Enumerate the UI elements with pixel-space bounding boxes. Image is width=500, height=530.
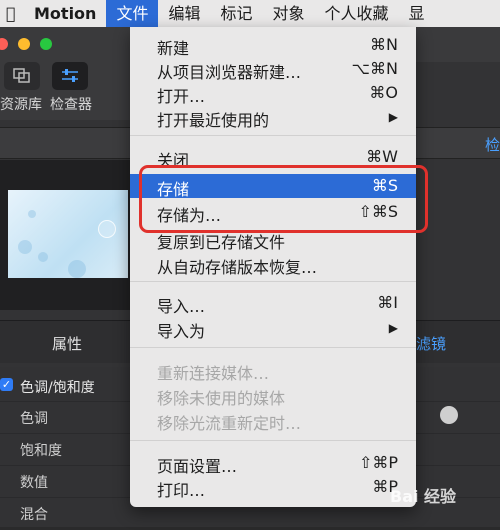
menu-item-remove-optical-flow: 移除光流重新定时… [130, 408, 416, 433]
menu-item-label: 打印… [157, 481, 206, 500]
preview-thumbnail [8, 190, 128, 278]
apple-icon[interactable]:  [0, 4, 28, 23]
menu-item-shortcut: ⌘I [377, 293, 398, 312]
menu-item-shortcut: ⇧⌘P [358, 453, 398, 472]
menu-item-label: 导入为 [157, 322, 206, 341]
menu-item-label: 新建 [157, 39, 190, 58]
parameter-label: 色调 [20, 411, 48, 427]
menu-item-reconnect-media: 重新连接媒体… [130, 358, 416, 383]
menu-item-label: 导入… [157, 297, 206, 316]
menu-item-open-recent[interactable]: 打开最近使用的 ▶ [130, 105, 416, 130]
menu-item-remove-unused-media: 移除未使用的媒体 [130, 383, 416, 408]
menu-item-label: 移除未使用的媒体 [157, 389, 286, 408]
menu-item-label: 打开… [157, 87, 206, 106]
submenu-arrow-icon: ▶ [388, 321, 398, 335]
inspector-label: 检查器 [50, 97, 92, 113]
menu-item-page-setup[interactable]: 页面设置… ⇧⌘P [130, 451, 416, 476]
menu-item-label: 从自动存储版本恢复… [157, 258, 318, 277]
menu-app-name[interactable]: Motion [28, 0, 106, 27]
inspector-header-text: 检 [484, 136, 500, 154]
menu-object[interactable]: 对象 [262, 0, 314, 27]
tab-filters[interactable]: 滤镜 [416, 333, 446, 354]
inspector-button[interactable] [52, 62, 88, 90]
menu-file[interactable]: 文件 [106, 0, 159, 27]
library-button[interactable] [4, 62, 40, 90]
menu-item-restore-autosave[interactable]: 从自动存储版本恢复… [130, 252, 416, 277]
enable-checkbox[interactable]: ✓ [0, 378, 13, 391]
preview-area [0, 160, 135, 310]
parameter-label: 混合 [20, 507, 48, 523]
sliders-icon [62, 69, 78, 82]
menu-item-label: 打开最近使用的 [157, 111, 270, 130]
menu-item-new-from-browser[interactable]: 从项目浏览器新建… ⌥⌘N [130, 57, 416, 82]
menu-mark[interactable]: 标记 [210, 0, 262, 27]
close-window-button[interactable] [0, 38, 8, 50]
menu-separator [130, 440, 416, 441]
toolbar: 资源库 检查器 [0, 60, 140, 120]
menu-item-shortcut: ⌘W [366, 147, 398, 166]
menu-item-new[interactable]: 新建 ⌘N [130, 33, 416, 58]
menu-view[interactable]: 显 [399, 0, 435, 27]
menu-separator [130, 281, 416, 282]
parameter-label: 数值 [20, 475, 48, 491]
zoom-window-button[interactable] [40, 38, 52, 50]
parameter-label: 饱和度 [20, 443, 62, 459]
library-label: 资源库 [0, 97, 42, 113]
menu-item-label: 重新连接媒体… [157, 364, 270, 383]
menu-item-label: 移除光流重新定时… [157, 414, 302, 433]
menu-item-print[interactable]: 打印… ⌘P [130, 475, 416, 500]
file-menu: 新建 ⌘N 从项目浏览器新建… ⌥⌘N 打开… ⌘O 打开最近使用的 ▶ 关闭 … [130, 27, 416, 507]
menu-item-import[interactable]: 导入… ⌘I [130, 291, 416, 316]
menu-item-shortcut: ⌘N [370, 35, 398, 54]
minimize-window-button[interactable] [18, 38, 30, 50]
menu-item-label: 从项目浏览器新建… [157, 63, 302, 82]
menu-item-open[interactable]: 打开… ⌘O [130, 81, 416, 106]
menu-item-import-as[interactable]: 导入为 ▶ [130, 316, 416, 341]
menu-favorites[interactable]: 个人收藏 [315, 0, 399, 27]
menu-item-shortcut: ⌘O [369, 83, 398, 102]
library-icon [13, 68, 30, 83]
menu-separator [130, 135, 416, 136]
menu-edit[interactable]: 编辑 [158, 0, 210, 27]
menu-item-shortcut: ⌥⌘N [351, 59, 398, 78]
annotation-highlight-box [139, 165, 428, 233]
group-label: 色调/饱和度 [20, 380, 95, 396]
menu-separator [130, 347, 416, 348]
menu-bar:  Motion 文件 编辑 标记 对象 个人收藏 显 [0, 0, 500, 27]
submenu-arrow-icon: ▶ [388, 110, 398, 124]
menu-item-label: 页面设置… [157, 457, 238, 476]
hue-dial[interactable] [440, 406, 458, 424]
watermark: Bai 经验 [390, 487, 457, 506]
tab-properties[interactable]: 属性 [52, 333, 82, 354]
